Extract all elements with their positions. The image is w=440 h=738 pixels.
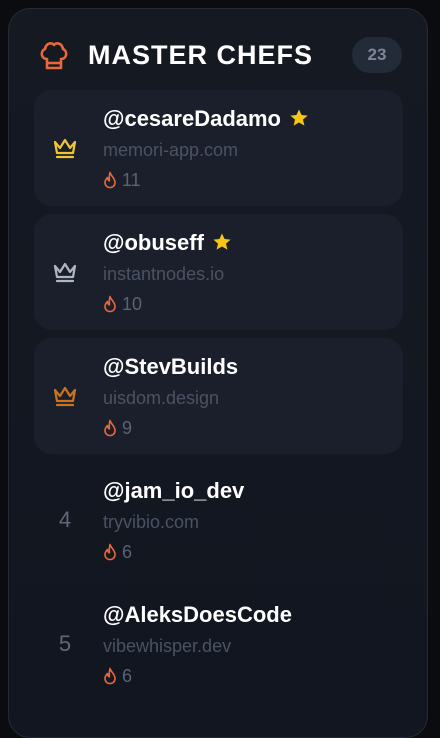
user-handle-text[interactable]: @cesareDadamo <box>103 106 281 131</box>
flame-icon <box>104 295 116 313</box>
leaderboard-row[interactable]: 5 @AleksDoesCode vibewhisper.dev 6 <box>34 586 403 702</box>
fire-count-value: 6 <box>122 666 133 686</box>
user-domain[interactable]: instantnodes.io <box>103 263 224 285</box>
leaderboard-header: MASTER CHEFS 23 <box>9 9 427 99</box>
user-handle[interactable]: @StevBuilds <box>103 353 238 381</box>
user-handle-text[interactable]: @jam_io_dev <box>103 478 244 503</box>
rank-number: 4 <box>58 507 72 532</box>
leaderboard-title: MASTER CHEFS <box>88 40 314 70</box>
rank-number: 5 <box>58 631 72 656</box>
user-handle[interactable]: @obuseff <box>103 229 232 257</box>
fire-count: 6 <box>103 541 132 563</box>
user-handle-text[interactable]: @obuseff <box>103 230 204 255</box>
chef-hat-icon <box>40 42 68 70</box>
user-domain[interactable]: memori-app.com <box>103 139 238 161</box>
fire-count-value: 11 <box>122 170 141 190</box>
flame-icon <box>104 419 116 437</box>
user-handle[interactable]: @AleksDoesCode <box>103 601 292 629</box>
user-handle-text[interactable]: @StevBuilds <box>103 354 238 379</box>
fire-count: 11 <box>103 169 141 191</box>
bronze-crown-icon <box>53 386 77 407</box>
fire-count-value: 10 <box>122 294 143 314</box>
star-icon <box>290 109 308 126</box>
leaderboard-row[interactable]: 4 @jam_io_dev tryvibio.com 6 <box>34 462 403 578</box>
user-domain[interactable]: tryvibio.com <box>103 511 199 533</box>
fire-count: 6 <box>103 665 132 687</box>
user-handle[interactable]: @jam_io_dev <box>103 477 244 505</box>
leaderboard-row[interactable]: @cesareDadamo memori-app.com 11 <box>34 90 403 206</box>
flame-icon <box>104 667 116 685</box>
user-domain[interactable]: vibewhisper.dev <box>103 635 231 657</box>
leaderboard-row[interactable]: @obuseff instantnodes.io 10 <box>34 214 403 330</box>
user-handle[interactable]: @cesareDadamo <box>103 105 309 133</box>
fire-count-value: 9 <box>122 418 133 438</box>
leaderboard-panel: MASTER CHEFS 23 @cesareDadamo memori-app… <box>8 8 428 738</box>
user-domain[interactable]: uisdom.design <box>103 387 219 409</box>
fire-count-value: 6 <box>122 542 133 562</box>
star-icon <box>213 233 231 250</box>
flame-icon <box>104 171 116 189</box>
leaderboard-row[interactable]: @StevBuilds uisdom.design 9 <box>34 338 403 454</box>
silver-crown-icon <box>53 262 77 283</box>
user-handle-text[interactable]: @AleksDoesCode <box>103 602 292 627</box>
fire-count: 9 <box>103 417 132 439</box>
count-badge: 23 <box>352 37 402 73</box>
flame-icon <box>104 543 116 561</box>
gold-crown-icon <box>53 138 77 159</box>
fire-count: 10 <box>103 293 142 315</box>
